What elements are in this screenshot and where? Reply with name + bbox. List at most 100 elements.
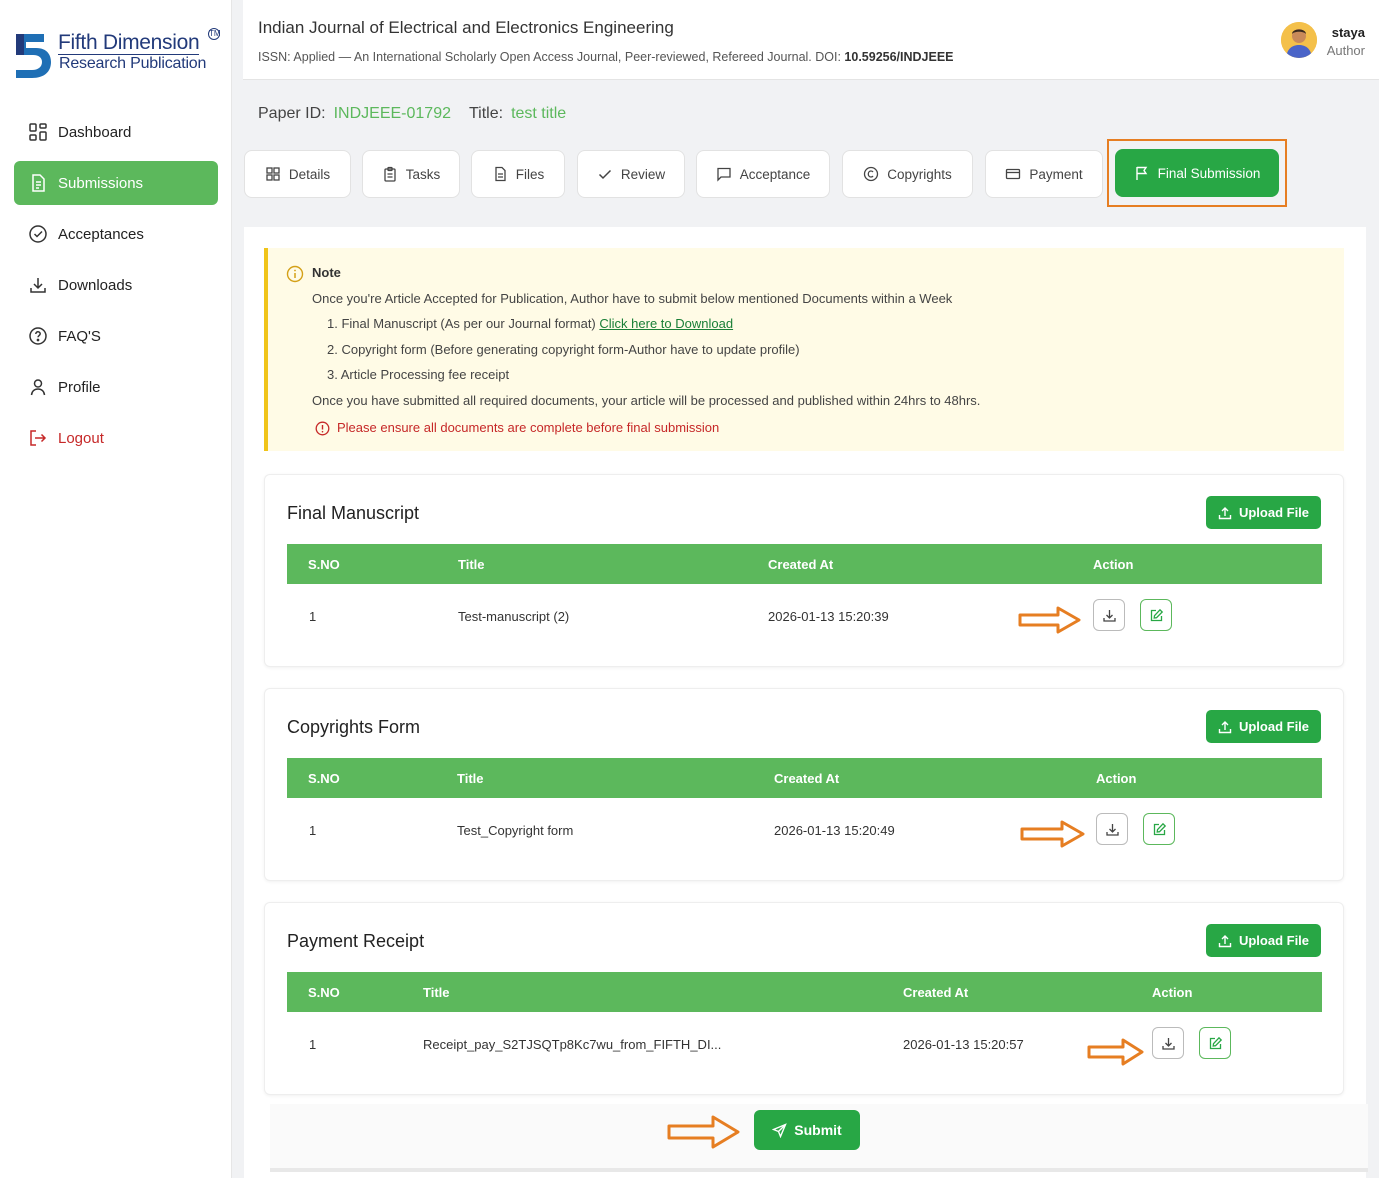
tab-label: Copyrights xyxy=(887,166,952,182)
sidebar-item-downloads[interactable]: Downloads xyxy=(14,263,218,307)
tab-label: Payment xyxy=(1029,166,1083,182)
payment-receipt-card: Payment Receipt Upload File S.NO Title C… xyxy=(264,902,1344,1095)
cell-sno: 1 xyxy=(309,609,317,624)
grid-icon xyxy=(29,123,47,141)
edit-icon xyxy=(1150,608,1163,621)
tab-label: Tasks xyxy=(405,166,441,182)
tab-copyrights[interactable]: Copyrights xyxy=(842,150,973,198)
brand-logo[interactable]: Fifth Dimension Research Publication TM xyxy=(12,28,222,84)
user-name[interactable]: staya xyxy=(1332,25,1365,40)
download-format-link[interactable]: Click here to Download xyxy=(599,316,733,331)
paper-id-value: INDJEEE-01792 xyxy=(333,105,451,122)
col-title: Title xyxy=(457,771,484,786)
tab-tasks[interactable]: Tasks xyxy=(362,150,460,198)
credit-card-icon xyxy=(1006,168,1021,180)
info-icon xyxy=(286,265,304,283)
download-button[interactable] xyxy=(1152,1027,1184,1059)
upload-file-label: Upload File xyxy=(1238,719,1310,734)
download-button[interactable] xyxy=(1096,813,1128,845)
annotation-arrow-icon xyxy=(1020,820,1085,848)
note-title: Note xyxy=(312,265,341,280)
document-icon xyxy=(32,174,45,192)
cell-title: Test_Copyright form xyxy=(457,823,574,838)
trademark-badge: TM xyxy=(208,28,221,40)
sidebar-nav: Dashboard Submissions Acceptances Downlo… xyxy=(14,110,218,467)
question-circle-icon xyxy=(29,327,47,345)
cell-created: 2026-01-13 15:20:57 xyxy=(903,1037,1024,1052)
user-role: Author xyxy=(1326,43,1365,58)
submit-label: Submit xyxy=(794,1122,842,1138)
card-title: Final Manuscript xyxy=(287,503,420,523)
journal-title: Indian Journal of Electrical and Electro… xyxy=(258,18,674,37)
upload-file-button[interactable]: Upload File xyxy=(1206,496,1321,529)
tab-payment[interactable]: Payment xyxy=(985,150,1103,198)
paper-title-value: test title xyxy=(511,105,567,122)
col-created: Created At xyxy=(774,771,840,786)
note-intro: Once you're Article Accepted for Publica… xyxy=(312,291,953,306)
tab-label: Acceptance xyxy=(739,166,811,182)
avatar-illustration xyxy=(1281,22,1317,58)
sidebar-item-dashboard[interactable]: Dashboard xyxy=(14,110,218,154)
note-callout: Note Once you're Article Accepted for Pu… xyxy=(264,248,1344,451)
tab-details[interactable]: Details xyxy=(244,150,351,198)
sidebar-item-label: Dashboard xyxy=(58,123,132,141)
submit-button[interactable]: Submit xyxy=(754,1110,860,1150)
tab-label: Details xyxy=(288,166,331,182)
annotation-arrow-icon xyxy=(667,1115,740,1149)
table-header: S.NO Title Created At Action xyxy=(287,544,1322,584)
upload-file-button[interactable]: Upload File xyxy=(1206,924,1321,957)
note-item-1: 1. Final Manuscript (As per our Journal … xyxy=(327,316,733,331)
note-outro: Once you have submitted all required doc… xyxy=(312,393,981,408)
annotation-highlight-box xyxy=(1107,139,1287,207)
journal-doi: 10.59256/INDJEEE xyxy=(844,50,954,64)
col-action: Action xyxy=(1152,985,1193,1000)
upload-icon xyxy=(1218,720,1232,733)
download-icon xyxy=(1105,823,1119,836)
col-title: Title xyxy=(458,557,485,572)
alert-circle-icon xyxy=(315,421,330,436)
avatar[interactable] xyxy=(1281,22,1317,58)
download-icon xyxy=(1102,609,1116,622)
sidebar-item-logout[interactable]: Logout xyxy=(14,416,218,460)
col-title: Title xyxy=(423,985,450,1000)
journal-subtitle-text: ISSN: Applied — An International Scholar… xyxy=(258,50,845,64)
annotation-arrow-icon xyxy=(1018,606,1081,634)
sidebar-item-label: Submissions xyxy=(58,174,144,192)
note-warning: Please ensure all documents are complete… xyxy=(337,420,720,435)
sidebar-item-profile[interactable]: Profile xyxy=(14,365,218,409)
tab-review[interactable]: Review xyxy=(577,150,685,198)
upload-file-label: Upload File xyxy=(1238,933,1310,948)
final-manuscript-card: Final Manuscript Upload File S.NO Title … xyxy=(264,474,1344,667)
grid-icon xyxy=(266,167,280,181)
sidebar-item-label: Profile xyxy=(58,378,101,396)
journal-subtitle: ISSN: Applied — An International Scholar… xyxy=(258,50,954,64)
sidebar-item-label: Logout xyxy=(58,429,104,447)
copyright-icon xyxy=(864,166,879,182)
sidebar-item-submissions[interactable]: Submissions xyxy=(14,161,218,205)
message-icon xyxy=(717,167,731,182)
file-icon xyxy=(495,166,506,182)
sidebar-item-label: FAQ'S xyxy=(58,327,101,345)
cell-title: Test-manuscript (2) xyxy=(458,609,570,624)
sidebar-item-acceptances[interactable]: Acceptances xyxy=(14,212,218,256)
annotation-arrow-icon xyxy=(1087,1038,1144,1066)
sidebar-item-faq[interactable]: FAQ'S xyxy=(14,314,218,358)
tab-acceptance[interactable]: Acceptance xyxy=(696,150,830,198)
cell-sno: 1 xyxy=(309,823,317,838)
top-header: Indian Journal of Electrical and Electro… xyxy=(243,0,1379,80)
tab-files[interactable]: Files xyxy=(471,150,565,198)
edit-button[interactable] xyxy=(1143,813,1175,845)
download-icon xyxy=(30,278,46,293)
download-icon xyxy=(1161,1037,1175,1050)
edit-icon xyxy=(1153,822,1166,835)
edit-button[interactable] xyxy=(1140,599,1172,631)
col-created: Created At xyxy=(768,557,834,572)
upload-file-button[interactable]: Upload File xyxy=(1206,710,1321,743)
upload-file-label: Upload File xyxy=(1238,505,1310,520)
edit-button[interactable] xyxy=(1199,1027,1231,1059)
download-button[interactable] xyxy=(1093,599,1125,631)
tab-label: Files xyxy=(515,166,545,182)
note-item-2: 2. Copyright form (Before generating cop… xyxy=(327,342,800,357)
upload-icon xyxy=(1218,506,1232,519)
note-item-3: 3. Article Processing fee receipt xyxy=(327,367,510,382)
